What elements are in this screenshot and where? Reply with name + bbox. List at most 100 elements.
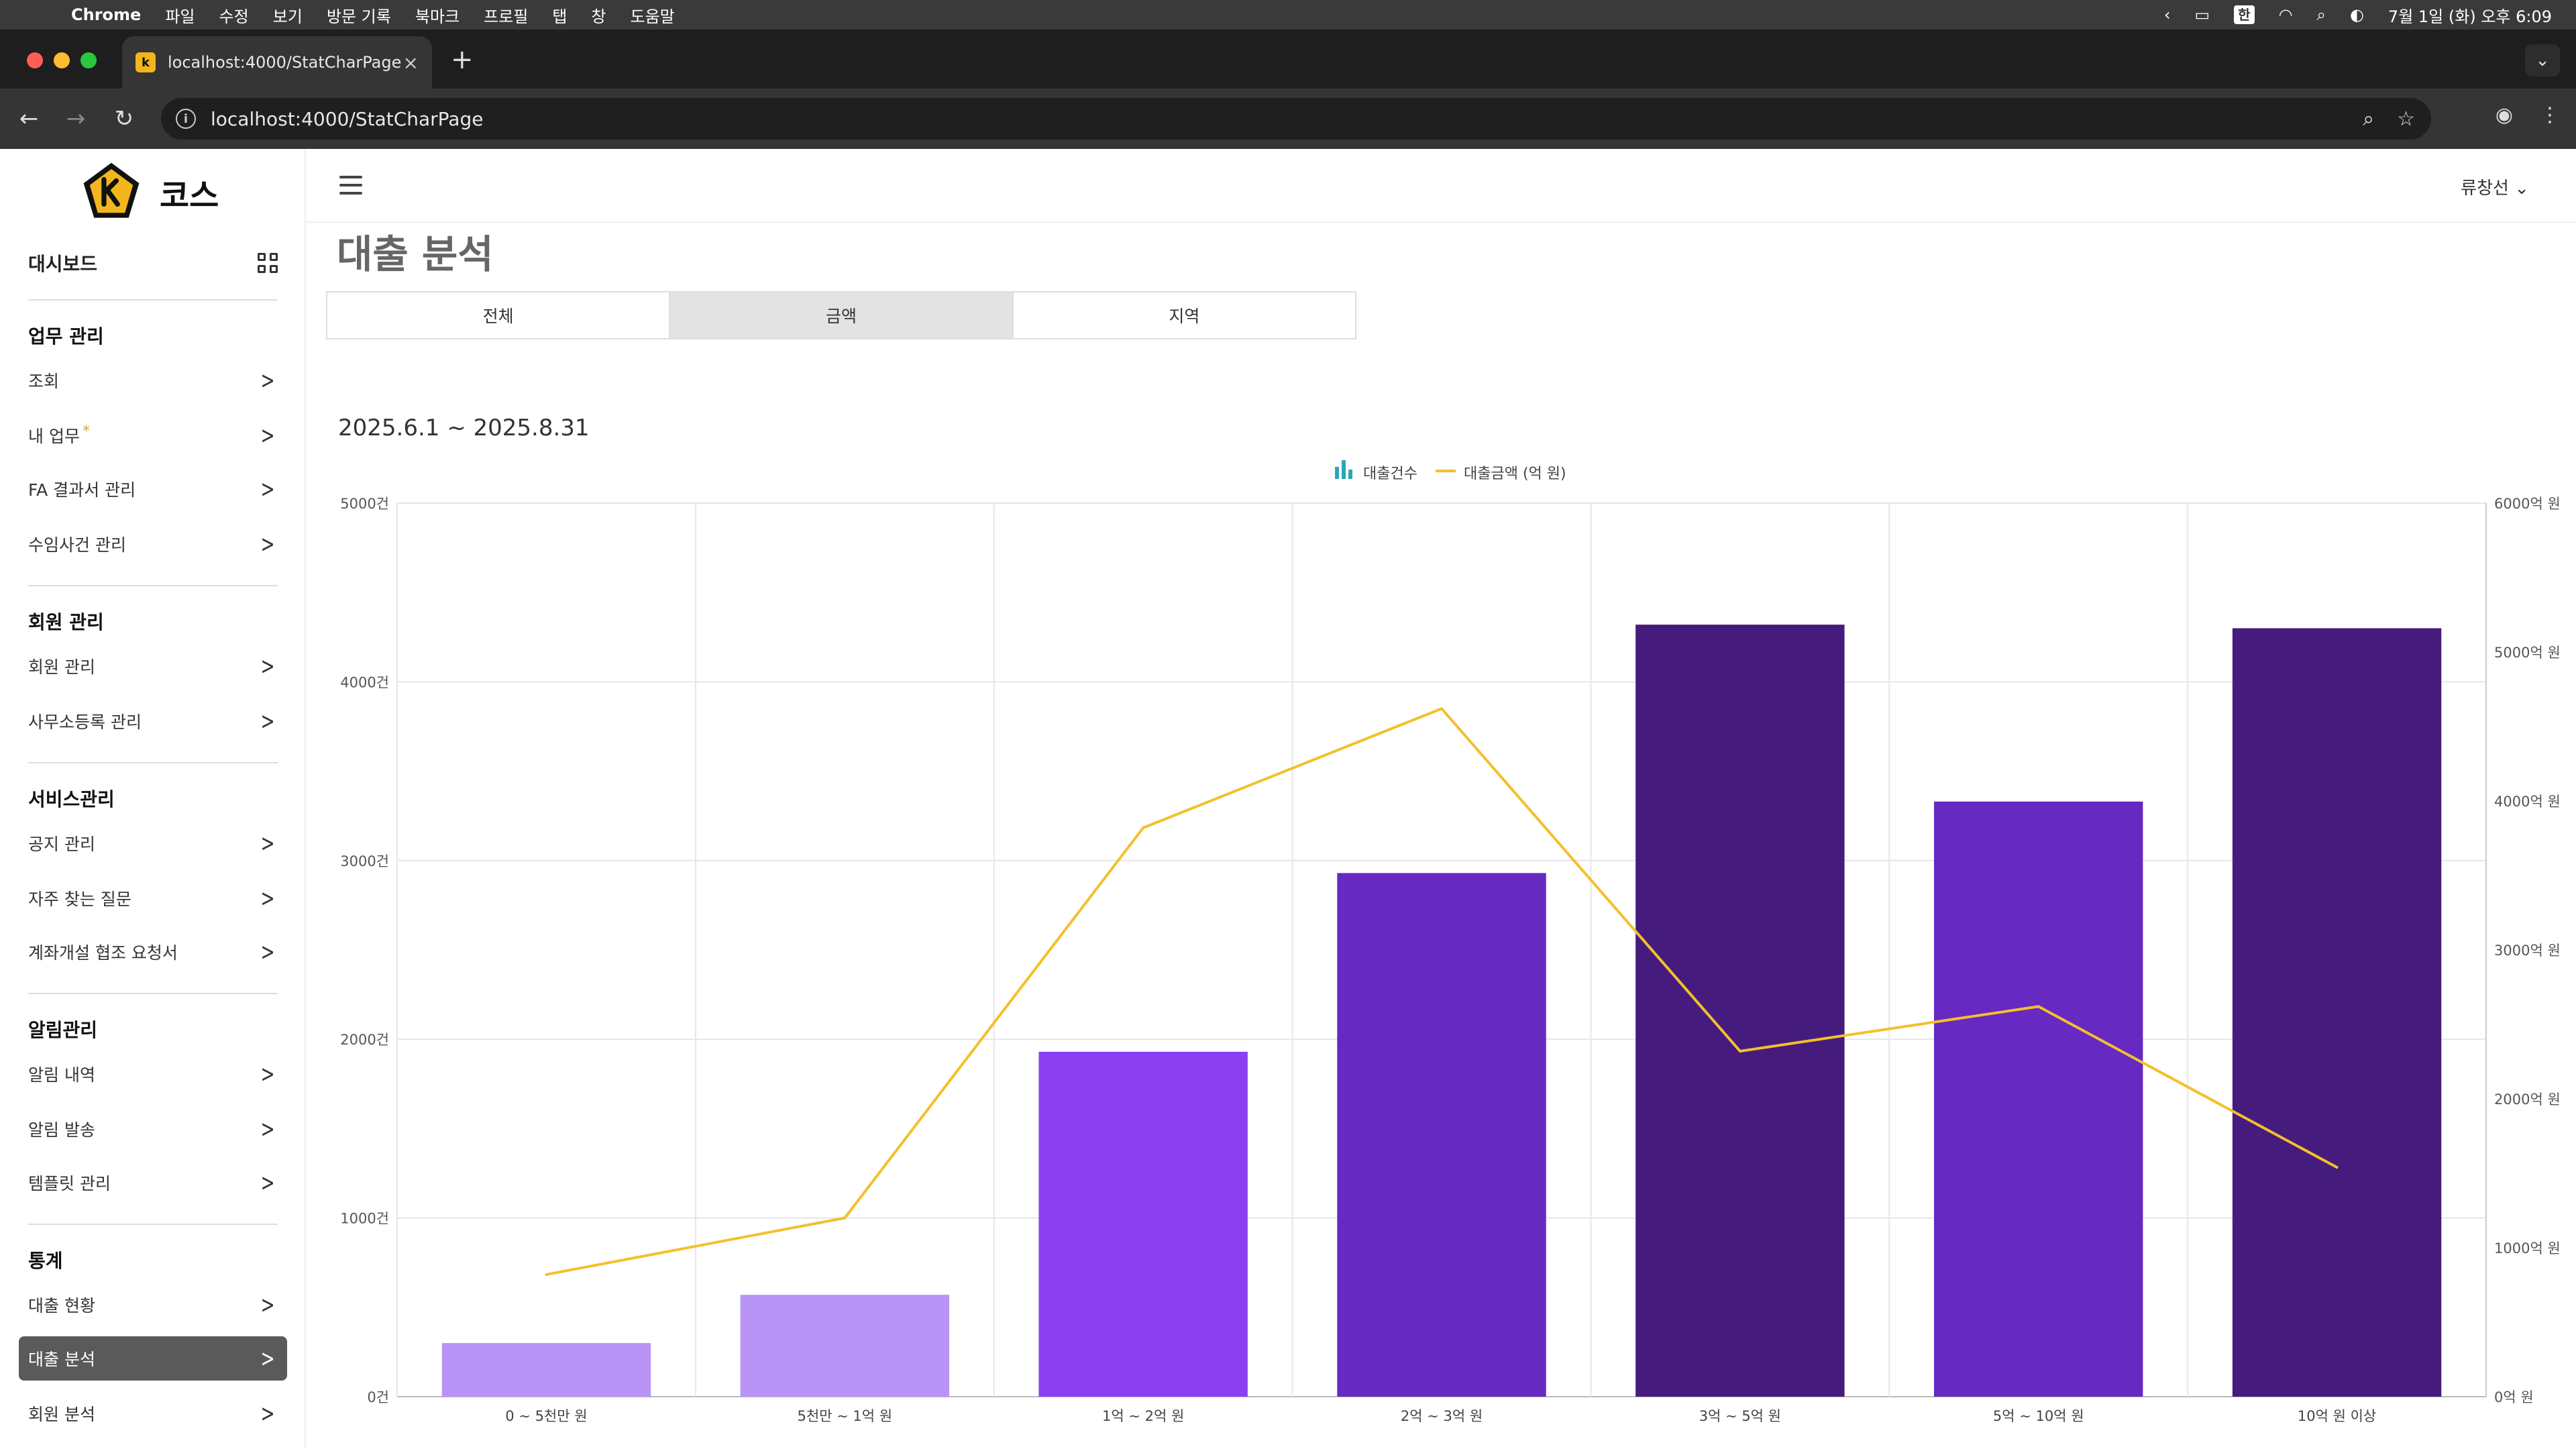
sidebar-item-faq[interactable]: 자주 찾는 질문 > xyxy=(19,876,287,920)
page-title: 대출 분석 xyxy=(337,231,494,277)
search-icon[interactable]: ⌕ xyxy=(2317,5,2326,24)
tab-all[interactable]: 전체 xyxy=(327,292,671,338)
macos-menubar: Chrome 파일 수정 보기 방문 기록 북마크 프로필 탭 창 도움말 ‹ … xyxy=(0,0,2576,30)
sidebar-item-cases[interactable]: 수임사건 관리 > xyxy=(19,522,287,566)
bar-loan-count xyxy=(740,1295,949,1397)
line-point-loan-amount xyxy=(545,1273,548,1276)
tab-search-icon[interactable]: ⌄ xyxy=(2525,44,2560,76)
menubar-profiles[interactable]: 프로필 xyxy=(484,3,528,27)
x-tick-label: 3억 ~ 5억 원 xyxy=(1699,1408,1781,1424)
browser-toolbar: ← → ↻ i localhost:4000/StatCharPage ⌕ ☆ … xyxy=(0,89,2576,149)
sidebar-item-label: 수임사건 관리 xyxy=(28,535,126,555)
kebab-menu-icon[interactable]: ⋮ xyxy=(2540,103,2560,127)
sidebar-item-members[interactable]: 회원 관리 > xyxy=(19,644,287,688)
menubar-window[interactable]: 창 xyxy=(591,3,606,27)
keyboard-icon[interactable]: ▭ xyxy=(2194,5,2210,24)
window-zoom-button[interactable] xyxy=(80,52,97,68)
control-center-icon[interactable]: ◐ xyxy=(2350,5,2364,24)
menubar-bookmarks[interactable]: 북마크 xyxy=(415,3,460,27)
y-right-tick-label: 5000억 원 xyxy=(2494,645,2561,661)
menubar-app-name[interactable]: Chrome xyxy=(71,5,141,24)
chevron-left-icon[interactable]: ‹ xyxy=(2164,5,2171,24)
sidebar-item-my-tasks[interactable]: 내 업무 * > xyxy=(19,413,287,458)
y-left-tick-label: 3000건 xyxy=(340,853,389,869)
input-mode-indicator[interactable]: 한 xyxy=(2234,5,2255,24)
period-range: 2025.6.1 ~ 2025.8.31 xyxy=(338,415,590,441)
x-tick-label: 2억 ~ 3억 원 xyxy=(1401,1408,1483,1424)
line-point-loan-amount xyxy=(2037,1005,2040,1008)
sidebar-item-member-analysis[interactable]: 회원 분석 > xyxy=(19,1391,287,1436)
sidebar-item-loan-analysis[interactable]: 대출 분석 > xyxy=(19,1336,287,1381)
hamburger-menu-icon[interactable] xyxy=(339,176,362,195)
menubar-edit[interactable]: 수정 xyxy=(219,3,248,27)
sidebar-item-label: 대출 분석 xyxy=(28,1350,95,1369)
logo-icon[interactable] xyxy=(80,161,142,223)
section-title-service: 서비스관리 xyxy=(28,788,115,810)
sidebar-item-label: 회원 관리 xyxy=(28,657,95,677)
segmented-tabs: 전체 금액 지역 xyxy=(326,291,1356,339)
legend-line-icon xyxy=(1436,470,1456,472)
sidebar-item-account-requests[interactable]: 계좌개설 협조 요청서 > xyxy=(19,930,287,974)
menubar-clock[interactable]: 7월 1일 (화) 오후 6:09 xyxy=(2388,3,2552,27)
menubar-tab[interactable]: 탭 xyxy=(552,3,567,27)
line-point-loan-amount xyxy=(1738,1049,1741,1053)
address-bar-url[interactable]: localhost:4000/StatCharPage xyxy=(211,108,483,130)
favicon-icon: k xyxy=(136,52,156,72)
chart-legend: 대출건수 대출금액 (억 원) xyxy=(1335,460,1566,482)
profile-icon[interactable]: ◉ xyxy=(2496,103,2513,127)
menubar-help[interactable]: 도움말 xyxy=(630,3,674,27)
chevron-right-icon: > xyxy=(260,530,275,558)
sidebar-item-office-registration[interactable]: 사무소등록 관리 > xyxy=(19,699,287,743)
chevron-right-icon: > xyxy=(260,1060,275,1088)
browser-tab-title: localhost:4000/StatCharPage xyxy=(168,53,402,72)
tab-amount[interactable]: 금액 xyxy=(670,292,1014,338)
sidebar-divider xyxy=(28,993,278,994)
chevron-right-icon: > xyxy=(260,1344,275,1373)
tab-region[interactable]: 지역 xyxy=(1014,292,1355,338)
sidebar-divider xyxy=(28,762,278,763)
address-bar[interactable]: i localhost:4000/StatCharPage ⌕ ☆ xyxy=(161,98,2431,140)
menubar-view[interactable]: 보기 xyxy=(273,3,303,27)
y-right-tick-label: 0억 원 xyxy=(2494,1389,2534,1405)
sidebar-item-label: 계좌개설 협조 요청서 xyxy=(28,943,178,963)
bookmark-star-icon[interactable]: ☆ xyxy=(2397,107,2415,131)
chevron-right-icon: > xyxy=(260,829,275,857)
site-info-icon[interactable]: i xyxy=(176,109,196,129)
sidebar-item-fa-results[interactable]: FA 결과서 관리 > xyxy=(19,467,287,511)
browser-tab-strip: k localhost:4000/StatCharPage × + ⌄ xyxy=(0,30,2576,89)
zoom-icon[interactable]: ⌕ xyxy=(2363,107,2374,131)
y-right-tick-label: 3000억 원 xyxy=(2494,943,2561,959)
bar-loan-count xyxy=(1038,1051,1248,1397)
menubar-history[interactable]: 방문 기록 xyxy=(327,3,391,27)
x-tick-label: 0 ~ 5천만 원 xyxy=(505,1408,587,1424)
sidebar-item-alert-history[interactable]: 알림 내역 > xyxy=(19,1052,287,1096)
sidebar-item-dashboard[interactable]: 대시보드 xyxy=(28,243,278,283)
browser-tab[interactable]: k localhost:4000/StatCharPage × xyxy=(122,36,432,89)
window-minimize-button[interactable] xyxy=(54,52,70,68)
user-menu[interactable]: 류창선 ⌄ xyxy=(2461,174,2529,199)
dashboard-grid-icon xyxy=(258,253,278,273)
forward-arrow-icon[interactable]: → xyxy=(60,103,91,134)
legend-label-amount: 대출금액 (억 원) xyxy=(1464,466,1566,482)
sidebar-divider xyxy=(28,299,278,301)
new-tab-icon[interactable]: + xyxy=(451,44,474,75)
reload-icon[interactable]: ↻ xyxy=(109,103,140,134)
back-arrow-icon[interactable]: ← xyxy=(13,103,44,134)
bar-loan-count xyxy=(2232,628,2442,1397)
address-bar-actions: ⌕ ☆ xyxy=(2363,98,2415,140)
chevron-right-icon: > xyxy=(260,1169,275,1197)
sidebar-item-loan-status[interactable]: 대출 현황 > xyxy=(19,1283,287,1327)
sidebar-item-send-alert[interactable]: 알림 발송 > xyxy=(19,1107,287,1151)
wifi-icon[interactable]: ◠ xyxy=(2279,5,2293,24)
menubar-file[interactable]: 파일 xyxy=(165,3,195,27)
y-right-tick-label: 6000억 원 xyxy=(2494,496,2561,512)
sidebar-item-notices[interactable]: 공지 관리 > xyxy=(19,821,287,865)
chevron-down-icon: ⌄ xyxy=(2514,178,2529,199)
close-tab-icon[interactable]: × xyxy=(403,52,419,74)
y-right-tick-label: 4000억 원 xyxy=(2494,794,2561,810)
window-close-button[interactable] xyxy=(27,52,43,68)
sidebar-item-templates[interactable]: 템플릿 관리 > xyxy=(19,1161,287,1205)
sidebar-divider xyxy=(28,585,278,586)
chevron-right-icon: > xyxy=(260,707,275,735)
sidebar-item-search[interactable]: 조회 > xyxy=(19,358,287,402)
